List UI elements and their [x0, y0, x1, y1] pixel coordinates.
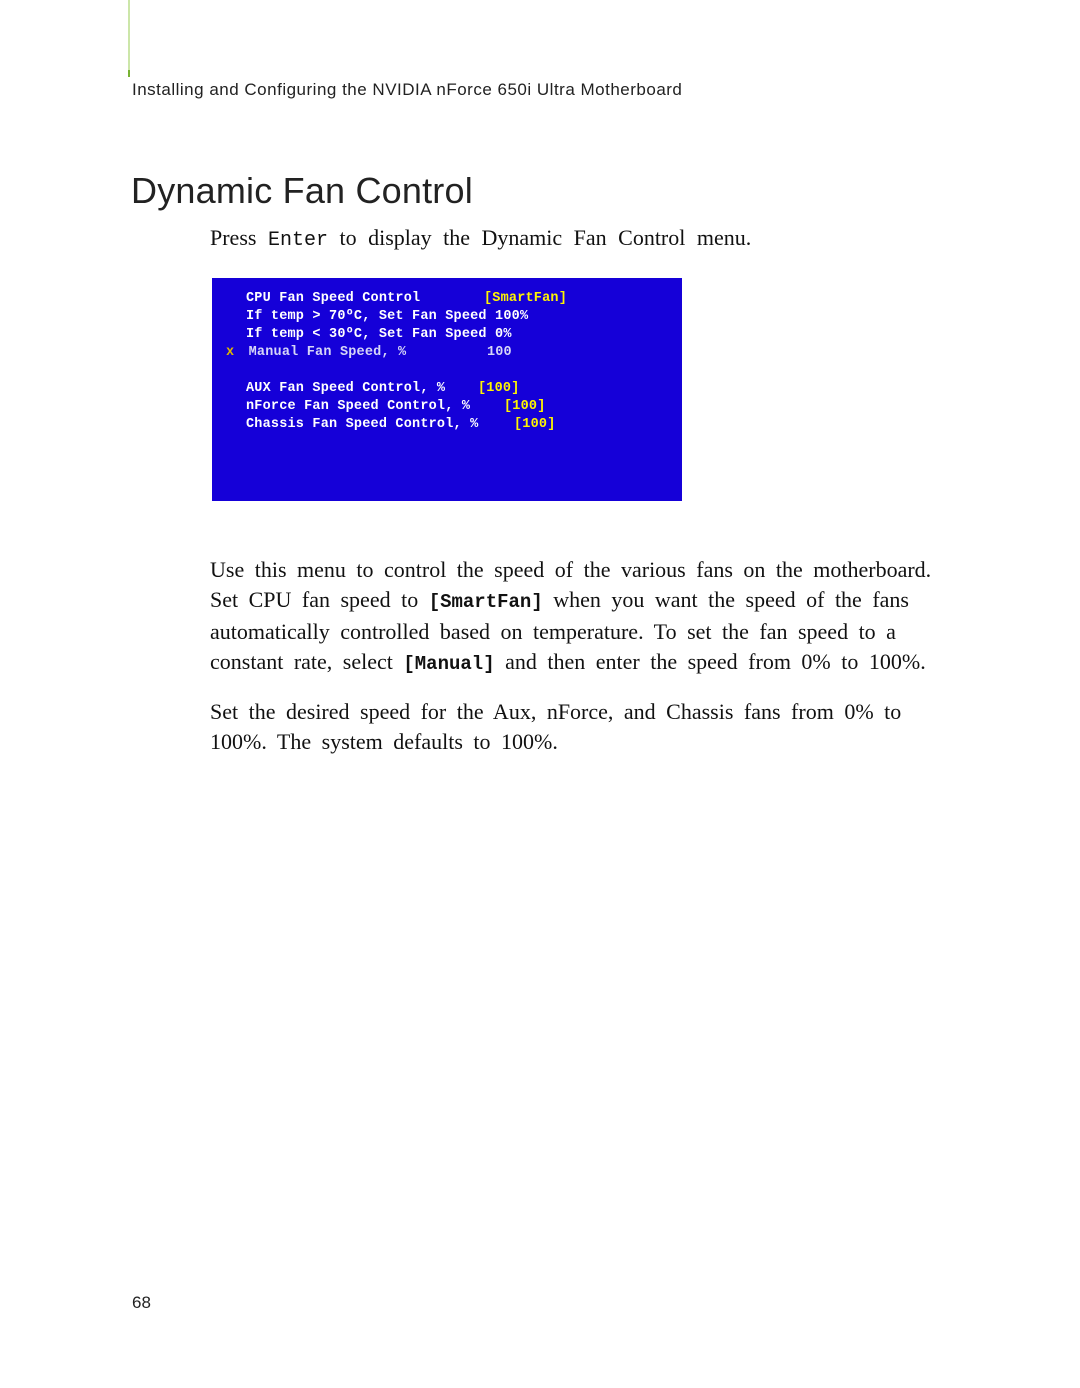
intro-pre: Press: [210, 225, 268, 250]
paragraph-1: Use this menu to control the speed of th…: [210, 555, 950, 679]
margin-rule: [128, 0, 130, 70]
p1-c: and then enter the speed from 0% to 100%…: [505, 649, 926, 674]
section-heading: Dynamic Fan Control: [131, 170, 473, 212]
bios-menu: CPU Fan Speed Control [SmartFan] If temp…: [212, 278, 682, 501]
bios-row-manual: x Manual Fan Speed, % 100: [222, 344, 672, 362]
p1-manual: [Manual]: [403, 653, 494, 675]
bios-manual-label: Manual Fan Speed, %: [243, 344, 479, 362]
intro-key: Enter: [268, 229, 328, 252]
bios-cpu-label: CPU Fan Speed Control: [246, 290, 484, 308]
bios-manual-value: 100: [487, 345, 512, 360]
bios-rule-low: If temp < 30ºC, Set Fan Speed 0%: [222, 326, 672, 344]
bios-nforce-label: nForce Fan Speed Control, %: [246, 398, 504, 416]
running-head: Installing and Configuring the NVIDIA nF…: [132, 80, 682, 100]
bios-aux-value: [100]: [478, 380, 520, 398]
bios-aux-label: AUX Fan Speed Control, %: [246, 380, 478, 398]
document-page: Installing and Configuring the NVIDIA nF…: [0, 0, 1080, 1388]
bios-chassis-label: Chassis Fan Speed Control, %: [246, 416, 514, 434]
p1-smartfan: [SmartFan]: [429, 591, 543, 613]
bios-row-nforce: nForce Fan Speed Control, % [100]: [222, 398, 672, 416]
bios-x-marker: x: [226, 345, 234, 360]
bios-gap: [222, 362, 672, 380]
intro-post: to display the Dynamic Fan Control menu.: [339, 225, 751, 250]
bios-row-aux: AUX Fan Speed Control, % [100]: [222, 380, 672, 398]
bios-rule-high: If temp > 70ºC, Set Fan Speed 100%: [222, 308, 672, 326]
bios-row-cpu: CPU Fan Speed Control [SmartFan]: [222, 290, 672, 308]
bios-row-chassis: Chassis Fan Speed Control, % [100]: [222, 416, 672, 434]
margin-tick: [128, 70, 130, 77]
intro-line: Press Enter to display the Dynamic Fan C…: [210, 225, 850, 252]
bios-chassis-value: [100]: [514, 416, 556, 434]
bios-nforce-value: [100]: [504, 398, 546, 416]
body-text: Use this menu to control the speed of th…: [210, 555, 950, 775]
paragraph-2: Set the desired speed for the Aux, nForc…: [210, 697, 950, 757]
page-number: 68: [132, 1293, 151, 1313]
bios-cpu-value: [SmartFan]: [484, 290, 567, 308]
